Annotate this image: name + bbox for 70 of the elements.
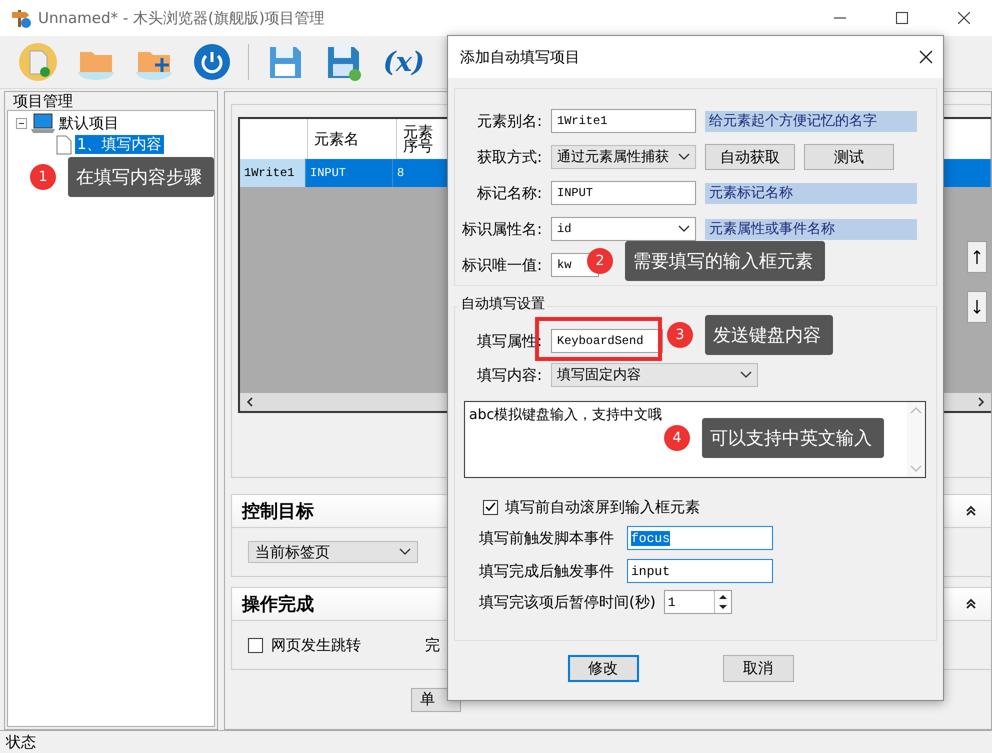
dialog-title: 添加自动填写项目 xyxy=(460,48,580,66)
field-label: 标识唯一值: xyxy=(460,256,542,274)
hint-text: 元素属性或事件名称 xyxy=(705,218,917,240)
scroll-right-icon[interactable] xyxy=(978,397,985,407)
table-cell: 8 xyxy=(397,166,404,180)
field-label: 填写完该项后暂停时间(秒) xyxy=(479,592,656,612)
dialog-button[interactable]: 修改 xyxy=(568,655,638,682)
action-button[interactable]: 自动获取 xyxy=(705,144,795,170)
field-label: 标记名称: xyxy=(476,184,542,202)
checkbox[interactable] xyxy=(483,500,498,515)
section-title: 操作完成 xyxy=(242,593,314,616)
input-field[interactable]: focus xyxy=(627,526,773,550)
new-document-icon[interactable] xyxy=(18,42,58,82)
maximize-icon[interactable] xyxy=(896,12,908,24)
power-icon[interactable] xyxy=(192,42,232,82)
field-label: 元素别名: xyxy=(476,112,542,130)
table-cell: 1Write1 xyxy=(244,166,294,180)
window-title: Unnamed* - 木头浏览器(旗舰版)项目管理 xyxy=(38,8,326,28)
collapse-icon[interactable] xyxy=(965,505,977,517)
collapse-icon[interactable] xyxy=(965,598,977,610)
document-icon xyxy=(56,134,72,154)
input-field[interactable]: INPUT xyxy=(551,181,696,205)
callout-text: 需要填写的输入框元素 xyxy=(625,241,825,281)
close-icon[interactable] xyxy=(958,12,970,24)
app-icon xyxy=(10,7,32,29)
checkbox-label: 网页发生跳转 xyxy=(271,636,361,654)
checkbox-label: 填写前自动滚屏到输入框元素 xyxy=(505,498,700,517)
arrow-up-icon[interactable] xyxy=(973,250,981,264)
dropdown[interactable]: 填写固定内容 xyxy=(551,363,758,387)
number-spinner[interactable]: 1 xyxy=(664,590,732,614)
chevron-down-icon[interactable] xyxy=(399,548,411,556)
status-bar: 状态 xyxy=(0,730,992,753)
column-header[interactable]: 元素名 xyxy=(314,130,359,148)
collapse-icon[interactable] xyxy=(16,118,27,129)
field-label: 获取方式: xyxy=(476,148,542,166)
input-field[interactable]: input xyxy=(627,559,773,583)
computer-icon xyxy=(30,112,56,134)
input-field[interactable]: 1Write1 xyxy=(551,109,696,133)
action-button[interactable]: 测试 xyxy=(804,144,894,170)
section-title: 控制目标 xyxy=(242,500,314,523)
combo-box[interactable]: id xyxy=(551,217,696,241)
column-header[interactable]: 元素序号 xyxy=(403,125,435,153)
field-label: 完 xyxy=(425,636,440,654)
combo-box[interactable]: KeyboardSend xyxy=(551,329,663,353)
panel-title: 项目管理 xyxy=(12,92,74,110)
field-label: 填写前触发脚本事件 xyxy=(479,528,615,548)
group-title: 自动填写设置 xyxy=(459,295,547,313)
dropdown[interactable]: 当前标签页 xyxy=(248,541,418,563)
chevron-down-icon[interactable] xyxy=(740,371,752,379)
field-label: 标识属性名: xyxy=(460,220,542,238)
arrow-down-icon[interactable] xyxy=(973,300,981,314)
tree-item[interactable]: 1、填写内容 xyxy=(75,135,164,154)
checkbox[interactable] xyxy=(248,638,263,652)
chevron-down-icon[interactable] xyxy=(678,153,690,161)
chevron-down-icon[interactable] xyxy=(678,225,690,233)
hint-text: 给元素起个方便记忆的名字 xyxy=(705,110,917,132)
close-icon[interactable] xyxy=(919,50,933,64)
callout-text: 发送键盘内容 xyxy=(705,315,833,355)
field-label: 填写内容: xyxy=(476,366,542,384)
scroll-left-icon[interactable] xyxy=(246,397,253,407)
dropdown[interactable]: 通过元素属性捕获 xyxy=(551,145,696,169)
field-label: 填写完成后触发事件 xyxy=(479,562,615,580)
callout-text: 可以支持中英文输入 xyxy=(702,418,884,458)
field-label: 填写属性: xyxy=(476,332,542,350)
dialog-button[interactable]: 取消 xyxy=(722,655,794,682)
variable-button[interactable]: (x) xyxy=(379,44,429,80)
callout-text: 在填写内容步骤 xyxy=(68,157,214,197)
table-cell: INPUT xyxy=(310,166,346,180)
hint-text: 元素标记名称 xyxy=(705,182,917,204)
tree-item[interactable]: 默认项目 xyxy=(59,114,119,133)
